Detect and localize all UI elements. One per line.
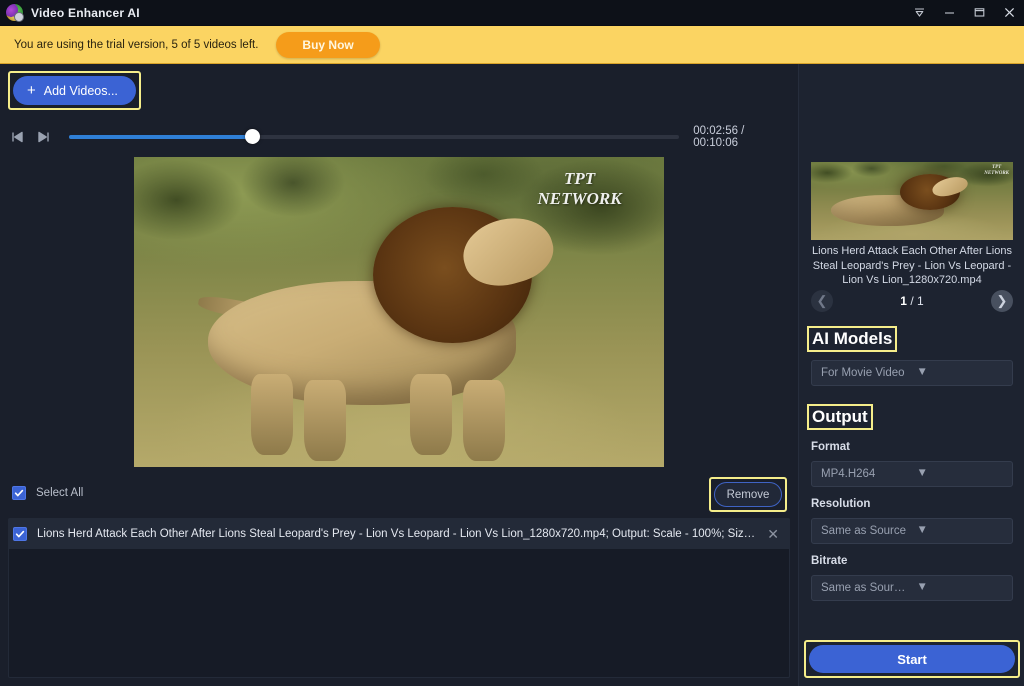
watermark-line-2: NETWORK: [984, 171, 1009, 177]
format-select[interactable]: MP4.H264 ▼: [811, 461, 1013, 487]
pager-total: 1: [917, 294, 924, 308]
chevron-down-icon: ▼: [917, 367, 1004, 379]
lion-leg: [251, 374, 293, 455]
file-list: Lions Herd Attack Each Other After Lions…: [8, 518, 790, 678]
chevron-right-icon[interactable]: ❯: [991, 290, 1013, 312]
thumbnail-watermark: TPT NETWORK: [984, 165, 1009, 176]
right-panel: TPT NETWORK Lions Herd Attack Each Other…: [798, 64, 1024, 686]
file-row-checkbox[interactable]: [13, 527, 27, 541]
bitrate-value: Same as Source(805 kbps): [821, 582, 908, 594]
window-title: Video Enhancer AI: [31, 6, 140, 20]
format-label: Format: [811, 441, 850, 453]
minimize-icon[interactable]: [934, 0, 964, 26]
watermark-line-1: TPT: [538, 169, 622, 189]
video-preview[interactable]: TPT NETWORK: [134, 157, 664, 467]
output-heading-highlight: Output: [807, 404, 873, 430]
select-all-checkbox[interactable]: [12, 486, 26, 500]
close-icon[interactable]: [994, 0, 1024, 26]
remove-button[interactable]: Remove: [714, 482, 782, 507]
ai-models-heading-highlight: AI Models: [807, 326, 897, 352]
lion-leg: [410, 374, 452, 455]
start-button[interactable]: Start: [809, 645, 1015, 673]
resolution-label: Resolution: [811, 498, 870, 510]
timeline-slider-thumb[interactable]: [245, 129, 260, 144]
chevron-down-icon: ▼: [917, 582, 1004, 594]
chevron-down-menu-icon[interactable]: [904, 0, 934, 26]
lion-leg: [304, 380, 346, 461]
resolution-select[interactable]: Same as Source ▼: [811, 518, 1013, 544]
chevron-down-icon: ▼: [917, 468, 1004, 480]
start-button-highlight: Start: [804, 640, 1020, 678]
pager-text: 1 / 1: [900, 294, 923, 308]
file-row-label: Lions Herd Attack Each Other After Lions…: [37, 528, 755, 540]
window-controls: [904, 0, 1024, 26]
table-row[interactable]: Lions Herd Attack Each Other After Lions…: [9, 519, 789, 549]
add-videos-label: Add Videos...: [44, 84, 118, 98]
title-bar: Video Enhancer AI: [0, 0, 1024, 26]
pager-current: 1: [900, 294, 907, 308]
plus-icon: +: [27, 83, 36, 98]
chevron-down-icon: ▼: [917, 525, 1004, 537]
playback-transport: 00:02:56 / 00:10:06: [0, 122, 790, 152]
watermark-line-2: NETWORK: [538, 189, 622, 209]
thumbnail-pager: ❮ 1 / 1 ❯: [807, 290, 1017, 312]
bitrate-select[interactable]: Same as Source(805 kbps) ▼: [811, 575, 1013, 601]
ai-models-heading: AI Models: [812, 330, 892, 348]
skip-next-icon[interactable]: [33, 126, 54, 148]
video-title-label: Lions Herd Attack Each Other After Lions…: [807, 244, 1017, 288]
app-logo-icon: [6, 4, 23, 21]
application-window: Video Enhancer AI You are using the tria…: [0, 0, 1024, 686]
video-watermark: TPT NETWORK: [538, 169, 622, 208]
format-value: MP4.H264: [821, 468, 908, 480]
time-display: 00:02:56 / 00:10:06: [693, 125, 790, 149]
trial-banner: You are using the trial version, 5 of 5 …: [0, 26, 1024, 64]
select-all-label: Select All: [36, 487, 83, 499]
chevron-left-icon[interactable]: ❮: [811, 290, 833, 312]
maximize-icon[interactable]: [964, 0, 994, 26]
buy-now-button[interactable]: Buy Now: [276, 32, 379, 58]
close-icon[interactable]: ✕: [765, 527, 781, 541]
ai-model-value: For Movie Video: [821, 367, 908, 379]
video-thumbnail[interactable]: TPT NETWORK: [811, 162, 1013, 240]
remove-button-highlight: Remove: [709, 477, 787, 512]
add-videos-button[interactable]: + Add Videos...: [13, 76, 136, 105]
pager-separator: /: [910, 294, 913, 308]
select-all-row: Select All: [12, 486, 83, 500]
lion-leg: [463, 380, 505, 461]
ai-model-select[interactable]: For Movie Video ▼: [811, 360, 1013, 386]
bitrate-label: Bitrate: [811, 555, 847, 567]
skip-previous-icon[interactable]: [6, 126, 27, 148]
add-videos-highlight: + Add Videos...: [8, 71, 141, 110]
timeline-progress-fill: [69, 135, 252, 139]
resolution-value: Same as Source: [821, 525, 908, 537]
trial-message: You are using the trial version, 5 of 5 …: [14, 39, 258, 51]
output-heading: Output: [812, 408, 868, 426]
timeline-slider[interactable]: [69, 135, 679, 139]
